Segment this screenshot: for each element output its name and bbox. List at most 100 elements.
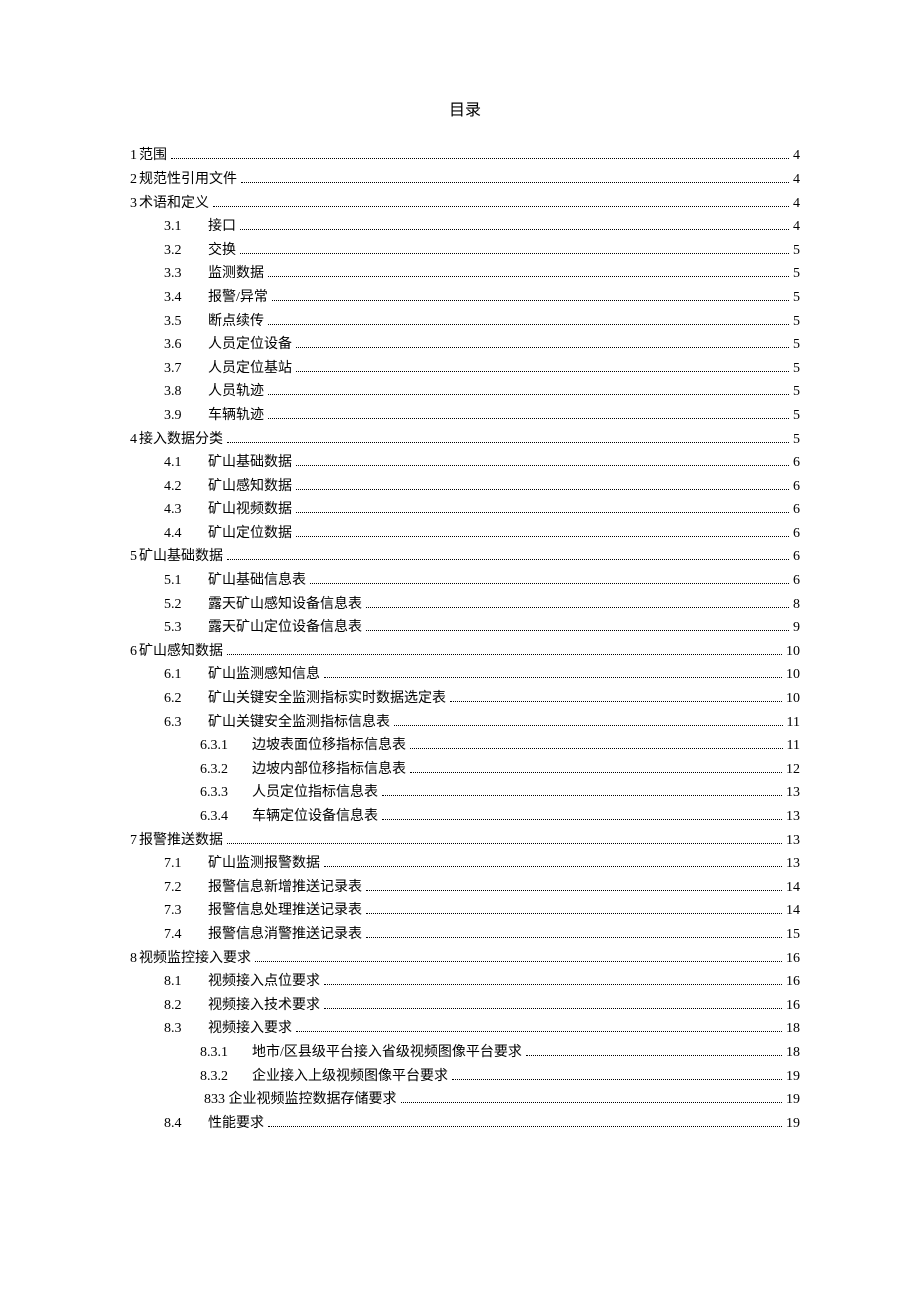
toc-entry[interactable]: 6.3.3人员定位指标信息表13 — [130, 783, 800, 803]
toc-page-number: 18 — [786, 1019, 800, 1039]
toc-entry-number: 5.3 — [164, 618, 204, 638]
toc-label: 3.2 交换 — [164, 241, 236, 261]
toc-entry[interactable]: 5.3露天矿山定位设备信息表9 — [130, 618, 800, 638]
toc-leader-dots — [296, 501, 789, 513]
toc-entry-number: 6.3.3 — [200, 783, 248, 803]
toc-leader-dots — [366, 926, 782, 938]
toc-leader-dots — [394, 713, 783, 725]
toc-entry[interactable]: 6.3.1边坡表面位移指标信息表11 — [130, 736, 800, 756]
toc-entry-number: 8.3.2 — [200, 1067, 248, 1087]
toc-entry-number: 5.2 — [164, 595, 204, 615]
toc-entry[interactable]: 6.3.2边坡内部位移指标信息表12 — [130, 760, 800, 780]
toc-label: 7报警推送数据 — [130, 831, 223, 851]
toc-entry[interactable]: 4.1矿山基础数据6 — [130, 453, 800, 473]
toc-entry[interactable]: 7.2报警信息新增推送记录表14 — [130, 878, 800, 898]
toc-entry[interactable]: 3.2交换5 — [130, 241, 800, 261]
toc-entry[interactable]: 4接入数据分类5 — [130, 430, 800, 450]
toc-entry-number: 8.3.1 — [200, 1043, 248, 1063]
toc-leader-dots — [268, 1115, 782, 1127]
toc-entry[interactable]: 7.1矿山监测报警数据13 — [130, 854, 800, 874]
toc-page-number: 5 — [793, 430, 800, 450]
toc-entry-text: 交换 — [208, 243, 236, 258]
toc-entry[interactable]: 7.3报警信息处理推送记录表14 — [130, 901, 800, 921]
toc-entry[interactable]: 3.3监测数据5 — [130, 264, 800, 284]
toc-label: 3.3监测数据 — [164, 264, 264, 284]
toc-entry[interactable]: 6.1矿山监测感知信息10 — [130, 665, 800, 685]
toc-entry[interactable]: 3.1接口4 — [130, 217, 800, 237]
toc-entry[interactable]: 8.3.2企业接入上级视频图像平台要求19 — [130, 1067, 800, 1087]
toc-label: 3.5 断点续传 — [164, 312, 264, 332]
toc-entry-number: 3.6 — [164, 335, 204, 355]
toc-entry[interactable]: 3.8人员轨迹5 — [130, 382, 800, 402]
toc-entry[interactable]: 5.2露天矿山感知设备信息表8 — [130, 595, 800, 615]
toc-entry-text: 报警信息处理推送记录表 — [208, 903, 362, 918]
toc-entry-number: 4.3 — [164, 500, 204, 520]
toc-label: 6.1矿山监测感知信息 — [164, 665, 320, 685]
toc-entry[interactable]: 7.4报警信息消警推送记录表15 — [130, 925, 800, 945]
toc-leader-dots — [268, 407, 789, 419]
toc-entry[interactable]: 6矿山感知数据10 — [130, 642, 800, 662]
toc-label: 4.4矿山定位数据 — [164, 524, 292, 544]
toc-entry-number: 3.5 — [164, 312, 204, 332]
toc-entry[interactable]: 3.6人员定位设备5 — [130, 335, 800, 355]
toc-label: 6.3.4车辆定位设备信息表 — [200, 807, 378, 827]
toc-entry[interactable]: 3.5 断点续传 5 — [130, 312, 800, 332]
toc-entry[interactable]: 3.4报警/异常5 — [130, 288, 800, 308]
toc-entry-number: 3.2 — [164, 241, 204, 261]
toc-leader-dots — [366, 879, 782, 891]
toc-label: 3.9车辆轨迹 — [164, 406, 264, 426]
toc-entry-number: 3.4 — [164, 288, 204, 308]
toc-entry[interactable]: 6.2矿山关键安全监测指标实时数据选定表10 — [130, 689, 800, 709]
toc-entry[interactable]: 833 企业视频监控数据存储要求19 — [130, 1090, 800, 1110]
toc-entry[interactable]: 5矿山基础数据6 — [130, 547, 800, 567]
toc-entry-text: 矿山关键安全监测指标实时数据选定表 — [208, 691, 446, 706]
toc-label: 5矿山基础数据 — [130, 547, 223, 567]
toc-page-number: 5 — [793, 312, 800, 332]
toc-entry-text: 断点续传 — [208, 314, 264, 329]
toc-entry[interactable]: 8.3视频接入要求 18 — [130, 1019, 800, 1039]
toc-entry[interactable]: 8.1视频接入点位要求16 — [130, 972, 800, 992]
toc-entry-text: 报警/异常 — [208, 290, 268, 305]
toc-label: 5.2露天矿山感知设备信息表 — [164, 595, 362, 615]
toc-entry[interactable]: 2规范性引用文件4 — [130, 170, 800, 190]
toc-entry-text: 报警信息新增推送记录表 — [208, 880, 362, 895]
toc-page-number: 6 — [793, 453, 800, 473]
toc-leader-dots — [324, 997, 782, 1009]
toc-entry[interactable]: 1范围4 — [130, 146, 800, 166]
toc-entry-number: 8.4 — [164, 1114, 204, 1134]
toc-entry-number: 3 — [130, 196, 137, 211]
toc-entry-number: 7 — [130, 833, 137, 848]
toc-entry[interactable]: 8.4性能要求19 — [130, 1114, 800, 1134]
toc-page-number: 16 — [786, 972, 800, 992]
toc-entry[interactable]: 6.3.4车辆定位设备信息表13 — [130, 807, 800, 827]
toc-label: 8.2视频接入技术要求 — [164, 996, 320, 1016]
toc-entry-text: 矿山基础数据 — [139, 549, 223, 564]
toc-entry[interactable]: 6.3矿山关键安全监测指标信息表11 — [130, 713, 800, 733]
toc-entry-text: 术语和定义 — [139, 196, 209, 211]
toc-entry-text: 矿山基础信息表 — [208, 573, 306, 588]
toc-label: 8.3视频接入要求 — [164, 1019, 292, 1039]
toc-entry-number: 7.2 — [164, 878, 204, 898]
toc-entry-text: 矿山视频数据 — [208, 502, 292, 517]
toc-entry[interactable]: 3.7人员定位基站5 — [130, 359, 800, 379]
toc-leader-dots — [410, 737, 783, 749]
toc-entry[interactable]: 8.3.1地市/区县级平台接入省级视频图像平台要求18 — [130, 1043, 800, 1063]
toc-label: 3.1接口 — [164, 217, 236, 237]
toc-entry[interactable]: 3术语和定义4 — [130, 194, 800, 214]
toc-entry[interactable]: 8.2视频接入技术要求16 — [130, 996, 800, 1016]
toc-entry-text: 车辆定位设备信息表 — [252, 809, 378, 824]
toc-label: 8视频监控接入要求 — [130, 949, 251, 969]
toc-leader-dots — [255, 949, 782, 961]
toc-entry[interactable]: 3.9车辆轨迹5 — [130, 406, 800, 426]
toc-entry[interactable]: 8视频监控接入要求16 — [130, 949, 800, 969]
toc-leader-dots — [366, 595, 789, 607]
toc-entry[interactable]: 7报警推送数据13 — [130, 831, 800, 851]
toc-leader-dots — [401, 1091, 783, 1103]
toc-entry[interactable]: 4.3矿山视频数据6 — [130, 500, 800, 520]
toc-entry[interactable]: 4.4矿山定位数据6 — [130, 524, 800, 544]
toc-entry-number: 6.3 — [164, 713, 204, 733]
toc-title: 目录 — [130, 100, 800, 122]
toc-entry[interactable]: 4.2矿山感知数据6 — [130, 477, 800, 497]
toc-entry-text: 矿山基础数据 — [208, 455, 292, 470]
toc-entry[interactable]: 5.1矿山基础信息表6 — [130, 571, 800, 591]
